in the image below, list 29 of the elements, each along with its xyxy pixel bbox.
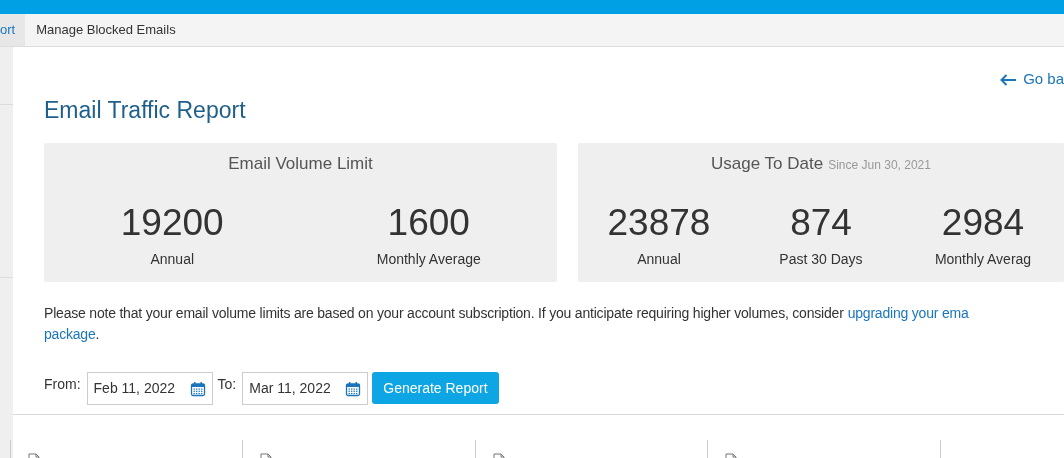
- calendar-icon[interactable]: [345, 380, 362, 397]
- card-subtitle: Since Jun 30, 2021: [828, 157, 931, 174]
- arrow-left-icon: [1000, 73, 1018, 86]
- stat-label: Monthly Averag: [934, 250, 1032, 269]
- card-title: Email Volume Limit: [228, 153, 373, 175]
- from-label: From:: [44, 375, 81, 394]
- stat-label: Annual: [637, 250, 681, 269]
- upgrade-link[interactable]: upgrading your ema: [847, 303, 969, 324]
- upgrade-link[interactable]: package: [44, 324, 96, 345]
- stat-label: Annual: [150, 250, 195, 269]
- go-back-link[interactable]: Go ba: [1000, 68, 1064, 91]
- tab[interactable]: Manage Blocked Emails: [25, 14, 187, 46]
- date-field[interactable]: Feb 11, 2022: [86, 372, 213, 405]
- stat-label: Past 30 Days: [779, 250, 863, 269]
- to-label: To:: [217, 375, 237, 394]
- stat-label: Monthly Average: [376, 250, 481, 269]
- note-text: Please note that your email volume limits are based on your account subscription. If you anticipate requiring higher volumes, consider: [44, 304, 844, 323]
- generate-report-button[interactable]: Generate Report: [372, 372, 499, 404]
- stat-value: 1600: [387, 203, 470, 243]
- stat-value: 23878: [607, 203, 711, 243]
- stat-value: 19200: [120, 203, 224, 243]
- date-field[interactable]: Mar 11, 2022: [242, 372, 369, 405]
- stat-value: 874: [790, 203, 852, 243]
- calendar-icon[interactable]: [189, 380, 206, 397]
- tab[interactable]: ort: [0, 14, 26, 46]
- note-text: .: [95, 325, 100, 344]
- stat-value: 2984: [941, 203, 1025, 243]
- card-title: Usage To Date: [711, 153, 824, 175]
- page-title: Email Traffic Report: [44, 96, 247, 125]
